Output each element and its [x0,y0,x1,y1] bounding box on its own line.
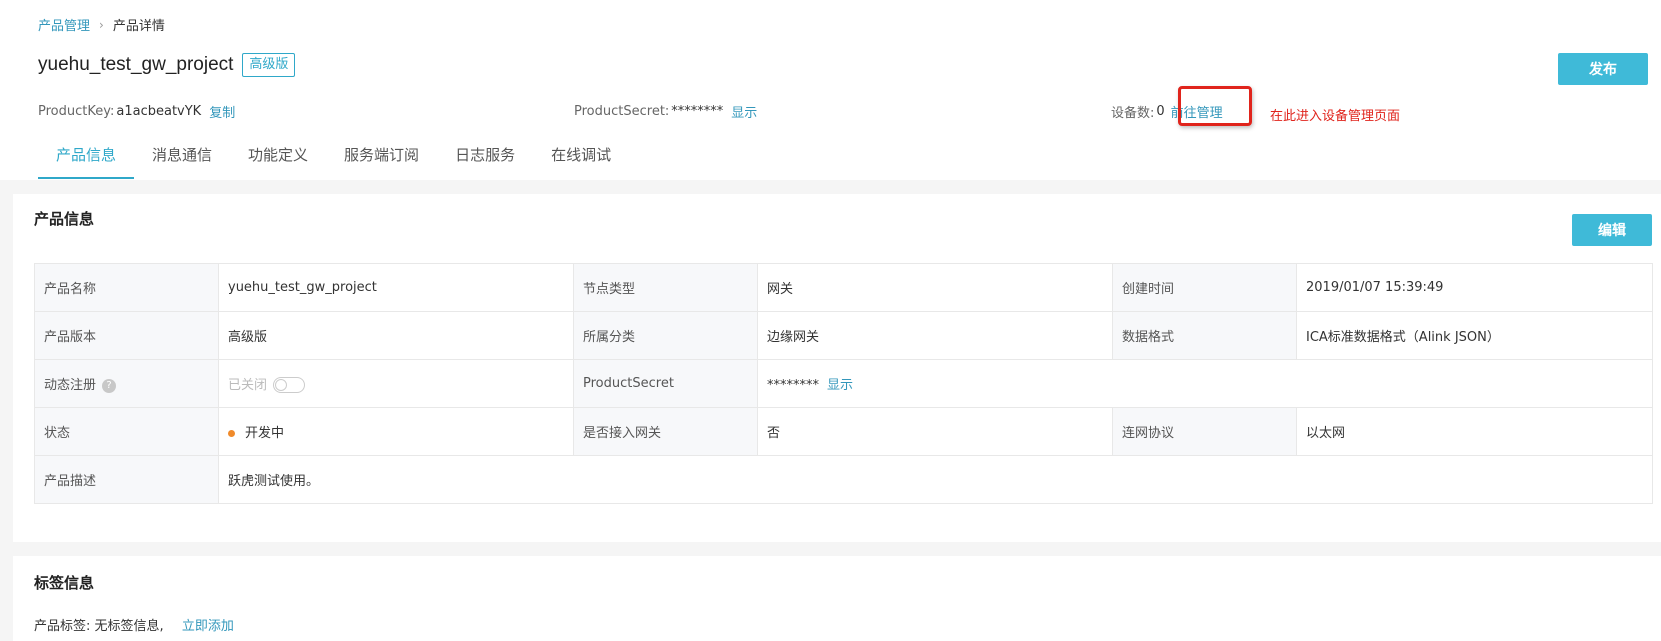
value-product-name: yuehu_test_gw_project [218,263,574,312]
tags-card: 标签信息 产品标签: 无标签信息, 立即添加 [13,556,1661,641]
label-category: 所属分类 [573,311,758,360]
table-row: 产品名称 yuehu_test_gw_project 节点类型 网关 创建时间 … [34,263,1653,312]
product-key-value: a1acbeatvYK [116,104,202,119]
product-secret-label: ProductSecret: [574,104,670,119]
tags-label: 产品标签: [34,619,91,634]
label-data-format: 数据格式 [1112,311,1297,360]
device-count-value: 0 [1156,104,1165,119]
table-row: 动态注册? 已关闭 ProductSecret ******** 显示 [34,359,1653,408]
table-row: 产品版本 高级版 所属分类 边缘网关 数据格式 ICA标准数据格式（Alink … [34,311,1653,360]
value-product-version: 高级版 [218,311,574,360]
title-row: yuehu_test_gw_project 高级版 [38,53,296,77]
tab-online-debug[interactable]: 在线调试 [533,140,629,180]
tab-bar: 产品信息 消息通信 功能定义 服务端订阅 日志服务 在线调试 [38,140,629,180]
status-dot-icon [228,430,235,437]
label-description: 产品描述 [34,455,219,504]
label-product-name: 产品名称 [34,263,219,312]
device-count-label: 设备数: [1111,106,1155,121]
dynamic-register-toggle[interactable] [273,377,306,394]
annotation-text: 在此进入设备管理页面 [1270,109,1401,124]
table-row: 状态 开发中 是否接入网关 否 连网协议 以太网 [34,407,1653,456]
product-info-title: 产品信息 [34,210,95,228]
value-gateway-access: 否 [757,407,1113,456]
tags-title: 标签信息 [34,574,95,592]
page-header: 产品管理 › 产品详情 yuehu_test_gw_project 高级版 发布… [0,0,1661,180]
edition-badge: 高级版 [242,53,296,77]
tab-product-info[interactable]: 产品信息 [38,140,135,180]
product-key-label: ProductKey: [38,104,115,119]
value-data-format: ICA标准数据格式（Alink JSON） [1296,311,1653,360]
annotation-highlight-box [1178,86,1252,126]
dynamic-register-label-text: 动态注册 [44,378,97,393]
publish-button[interactable]: 发布 [1558,53,1648,85]
breadcrumb: 产品管理 › 产品详情 [38,15,165,35]
value-description: 跃虎测试使用。 [218,455,1653,504]
copy-link[interactable]: 复制 [209,102,235,121]
label-network-protocol: 连网协议 [1112,407,1297,456]
product-secret-value: ******** [671,104,724,119]
add-tag-link[interactable]: 立即添加 [182,619,234,634]
status-text: 开发中 [245,426,285,441]
tab-server-subscription[interactable]: 服务端订阅 [326,140,437,180]
value-dynamic-register: 已关闭 [218,359,574,408]
product-info-table: 产品名称 yuehu_test_gw_project 节点类型 网关 创建时间 … [34,263,1653,504]
table-row: 产品描述 跃虎测试使用。 [34,455,1653,504]
product-secret-meta: ProductSecret: ******** 显示 [574,102,757,121]
tags-line: 产品标签: 无标签信息, 立即添加 [34,615,234,634]
edit-button[interactable]: 编辑 [1572,214,1652,246]
breadcrumb-current: 产品详情 [112,19,165,34]
label-status: 状态 [34,407,219,456]
product-secret-masked: ******** [767,378,819,393]
value-node-type: 网关 [757,263,1113,312]
label-node-type: 节点类型 [573,263,758,312]
label-created-time: 创建时间 [1112,263,1297,312]
tab-log-service[interactable]: 日志服务 [437,140,533,180]
tab-messaging[interactable]: 消息通信 [134,140,230,180]
value-created-time: 2019/01/07 15:39:49 [1296,263,1653,312]
chevron-right-icon: › [99,17,104,32]
show-secret-table-link[interactable]: 显示 [827,378,853,393]
label-gateway-access: 是否接入网关 [573,407,758,456]
label-dynamic-register: 动态注册? [34,359,219,408]
product-key-meta: ProductKey: a1acbeatvYK 复制 [38,102,235,121]
dynamic-register-state: 已关闭 [228,377,268,393]
tab-function-definition[interactable]: 功能定义 [230,140,326,180]
label-product-secret: ProductSecret [573,359,758,408]
label-product-version: 产品版本 [34,311,219,360]
product-info-card: 产品信息 编辑 产品名称 yuehu_test_gw_project 节点类型 … [13,194,1661,542]
value-network-protocol: 以太网 [1296,407,1653,456]
page-title: yuehu_test_gw_project [38,54,234,75]
breadcrumb-product-management[interactable]: 产品管理 [38,15,90,34]
show-secret-link[interactable]: 显示 [731,102,757,121]
tags-value: 无标签信息, [94,619,164,634]
value-category: 边缘网关 [757,311,1113,360]
value-status: 开发中 [218,407,574,456]
value-product-secret: ******** 显示 [757,359,1653,408]
help-icon[interactable]: ? [102,378,117,393]
